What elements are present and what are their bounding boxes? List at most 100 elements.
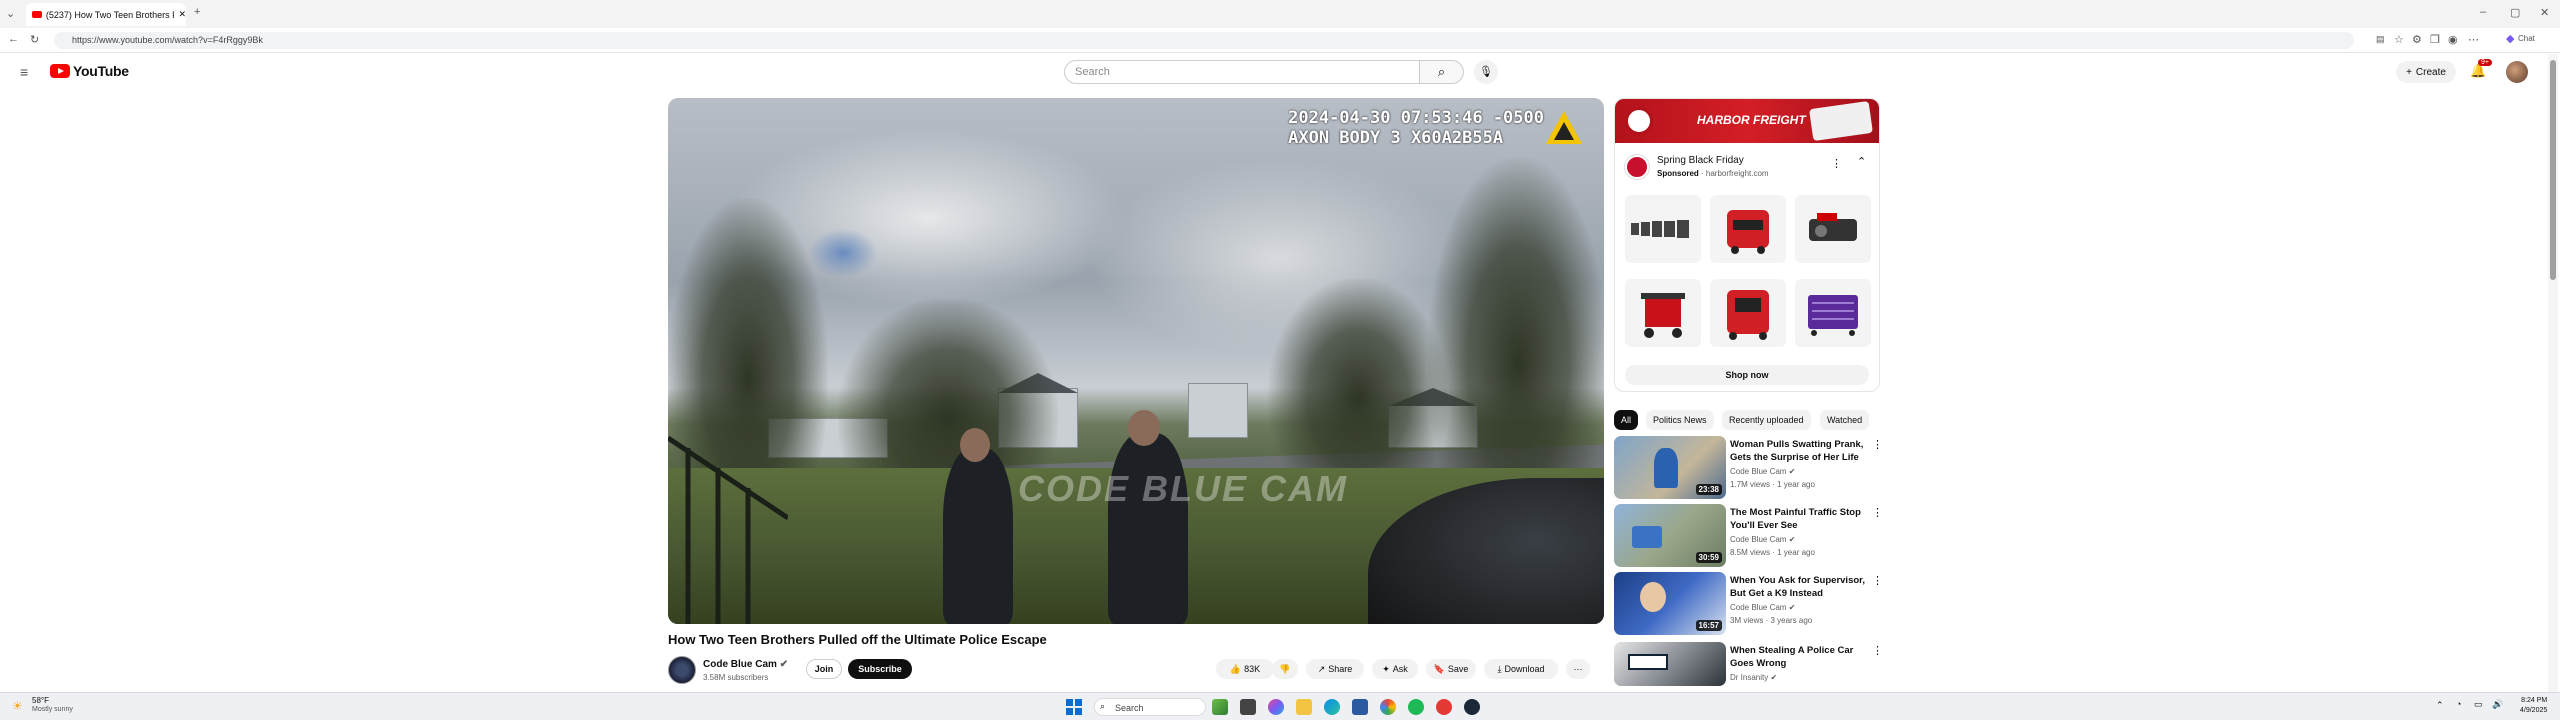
chip-all[interactable]: All (1614, 410, 1639, 430)
extensions-icon[interactable]: ⚙ (2412, 33, 2422, 46)
video-frame-house (1188, 383, 1248, 438)
display-icon[interactable]: ▭ (2474, 699, 2483, 710)
video-player[interactable]: CODE BLUE CAM 2024-04-30 07:53:46 -0500 … (668, 98, 1604, 624)
rec-menu-icon[interactable]: ⋮ (1872, 506, 1883, 519)
close-window-icon[interactable]: ✕ (2540, 6, 2549, 19)
close-tab-icon[interactable]: ✕ (178, 9, 186, 20)
taskbar-search[interactable]: Search (1094, 698, 1206, 716)
rec-menu-icon[interactable]: ⋮ (1872, 644, 1883, 657)
video-frame-tree (1428, 158, 1604, 498)
ad-product-tool-cart[interactable] (1795, 279, 1871, 347)
steam-icon[interactable] (1464, 699, 1480, 715)
like-button[interactable]: 👍 83K (1216, 659, 1274, 679)
rec-menu-icon[interactable]: ⋮ (1872, 574, 1883, 587)
search-input[interactable]: Search (1064, 60, 1420, 84)
rec-title[interactable]: Woman Pulls Swatting Prank, Gets the Sur… (1730, 438, 1866, 464)
favorite-icon[interactable]: ☆ (2394, 33, 2404, 46)
copilot-app-icon[interactable] (1268, 699, 1284, 715)
shop-now-button[interactable]: Shop now (1625, 365, 1869, 385)
volume-icon[interactable]: 🔊 (2492, 699, 2503, 710)
channel-avatar[interactable] (668, 656, 696, 684)
app-icon[interactable] (1436, 699, 1452, 715)
rec-meta: 1.7M views · 1 year ago (1730, 480, 1815, 489)
menu-icon[interactable]: ≡ (20, 64, 28, 80)
user-avatar[interactable] (2506, 61, 2528, 83)
chip-recently-uploaded[interactable]: Recently uploaded (1722, 410, 1811, 430)
minimize-icon[interactable]: – (2480, 6, 2486, 18)
chevron-up-icon[interactable]: ⌃ (2436, 700, 2444, 711)
search-button[interactable]: ⌕ (1420, 60, 1464, 84)
youtube-favicon-icon (32, 11, 42, 18)
rec-title[interactable]: When You Ask for Supervisor, But Get a K… (1730, 574, 1866, 600)
browser-tab[interactable]: (5237) How Two Teen Brothers Pulled off … (26, 3, 186, 26)
ad-banner[interactable]: HARBOR FREIGHT (1615, 99, 1879, 143)
video-frame-officer-head (960, 428, 990, 462)
create-button[interactable]: + Create (2396, 61, 2456, 83)
subscribe-button[interactable]: Subscribe (848, 659, 912, 679)
more-actions-button[interactable]: ⋯ (1566, 659, 1590, 679)
rec-thumbnail[interactable] (1614, 642, 1726, 686)
save-button[interactable]: 🔖 Save (1426, 659, 1476, 679)
maximize-icon[interactable]: ▢ (2510, 6, 2520, 19)
store-icon[interactable] (1352, 699, 1368, 715)
more-icon[interactable]: ⋯ (2468, 33, 2479, 46)
system-clock[interactable]: 8:24 PM 4/9/2025 (2520, 696, 2547, 716)
start-icon[interactable] (1066, 699, 1082, 715)
thumbnail-figure (1654, 448, 1678, 488)
new-tab-button[interactable]: + (194, 6, 200, 18)
rec-menu-icon[interactable]: ⋮ (1872, 438, 1883, 451)
ad-product-inverter-generator[interactable] (1710, 279, 1786, 347)
voice-search-icon[interactable]: 🎙 (1474, 60, 1498, 84)
dislike-button[interactable]: 👎 (1272, 659, 1298, 679)
scrollbar-thumb[interactable] (2550, 60, 2556, 280)
ad-menu-icon[interactable]: ⋮ (1831, 157, 1842, 170)
back-icon[interactable]: ← (8, 33, 19, 45)
network-icon[interactable]: ◔ (2456, 699, 2461, 709)
widgets-icon[interactable] (1212, 699, 1228, 715)
file-explorer-icon[interactable] (1296, 699, 1312, 715)
ad-product-generator[interactable] (1710, 195, 1786, 263)
rec-channel[interactable]: Code Blue Cam ✔ (1730, 603, 1795, 612)
rec-thumbnail[interactable]: 16:57 (1614, 572, 1726, 635)
rec-channel[interactable]: Dr Insanity ✔ (1730, 673, 1777, 682)
profile-icon[interactable]: ◉ (2448, 33, 2458, 46)
spotify-icon[interactable] (1408, 699, 1424, 715)
rec-title[interactable]: The Most Painful Traffic Stop You'll Eve… (1730, 506, 1866, 532)
ad-title[interactable]: Spring Black Friday (1657, 155, 1744, 166)
rec-thumbnail[interactable]: 30:59 (1614, 504, 1726, 567)
share-button[interactable]: ↗ Share (1306, 659, 1364, 679)
task-view-icon[interactable] (1240, 699, 1256, 715)
youtube-logo[interactable]: YouTube (50, 63, 129, 79)
copilot-button[interactable]: Chat (2518, 34, 2535, 43)
reader-icon[interactable]: ▤ (2376, 34, 2385, 45)
edge-icon[interactable] (1324, 699, 1340, 715)
ad-product-winch[interactable] (1795, 195, 1871, 263)
chip-politics-news[interactable]: Politics News (1646, 410, 1714, 430)
chevron-up-icon[interactable]: ⌃ (1857, 155, 1866, 168)
chip-watched[interactable]: Watched (1820, 410, 1870, 430)
search-icon: ⌕ (1437, 64, 1446, 79)
copilot-icon[interactable]: ◆ (2506, 32, 2514, 45)
url-field[interactable]: https://www.youtube.com/watch?v=F4rRggy9… (54, 32, 2354, 49)
ask-button[interactable]: ✦ Ask (1372, 659, 1418, 679)
sponsored-ad[interactable]: HARBOR FREIGHT Spring Black Friday Spons… (1614, 98, 1880, 392)
rec-channel[interactable]: Code Blue Cam ✔ (1730, 467, 1795, 476)
channel-name[interactable]: Code Blue Cam ✔ (703, 659, 788, 670)
weather-temp[interactable]: 58°F (32, 696, 49, 705)
rec-thumbnail[interactable]: 23:38 (1614, 436, 1726, 499)
rec-channel-text: Code Blue Cam (1730, 603, 1787, 612)
rec-title[interactable]: When Stealing A Police Car Goes Wrong (1730, 644, 1866, 670)
refresh-icon[interactable]: ↻ (30, 33, 39, 46)
chrome-icon[interactable] (1380, 699, 1396, 715)
share-icon: ↗ (1317, 663, 1326, 674)
join-button[interactable]: Join (806, 659, 842, 679)
ad-product-socket-set[interactable] (1625, 195, 1701, 263)
weather-icon[interactable]: ☀ (12, 699, 23, 713)
thumbnail-figure (1628, 654, 1668, 670)
save-label: Save (1447, 664, 1469, 674)
download-button[interactable]: ⤓ Download (1484, 659, 1558, 679)
collections-icon[interactable]: ❐ (2430, 33, 2440, 46)
ad-product-pressure-washer[interactable] (1625, 279, 1701, 347)
tab-list-icon[interactable]: ⌄ (6, 7, 15, 20)
rec-channel[interactable]: Code Blue Cam ✔ (1730, 535, 1795, 544)
